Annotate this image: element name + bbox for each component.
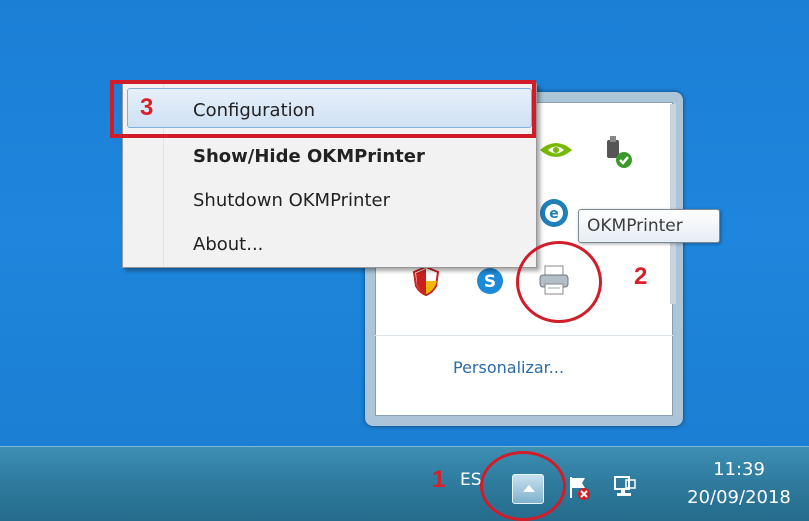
- customize-link[interactable]: Personalizar...: [453, 358, 564, 377]
- annotation-number-1: 1: [432, 466, 446, 493]
- okmprinter-tooltip: OKMPrinter: [578, 209, 720, 243]
- annotation-rectangle-step3: [110, 80, 536, 138]
- svg-text:e: e: [549, 206, 559, 222]
- svg-text:S: S: [484, 272, 496, 292]
- taskbar: [0, 446, 809, 521]
- security-shield-icon[interactable]: [410, 264, 442, 298]
- panel-divider: [375, 335, 673, 336]
- clock-time[interactable]: 11:39: [694, 459, 784, 480]
- usb-safe-remove-icon[interactable]: [598, 136, 636, 170]
- nvidia-icon[interactable]: [536, 136, 576, 164]
- annotation-circle-printer: [516, 241, 602, 323]
- clock-date[interactable]: 20/09/2018: [676, 487, 802, 508]
- menu-item-shutdown[interactable]: Shutdown OKMPrinter: [193, 190, 390, 211]
- panel-scrollbar[interactable]: [670, 104, 676, 304]
- annotation-number-2: 2: [634, 263, 648, 290]
- language-indicator[interactable]: ES: [460, 470, 482, 490]
- flag-alert-icon[interactable]: [567, 474, 593, 502]
- annotation-number-3: 3: [140, 94, 154, 121]
- e-icon[interactable]: e: [538, 196, 570, 230]
- annotation-circle-tray-button: [480, 451, 566, 521]
- network-icon[interactable]: [612, 474, 638, 502]
- menu-item-about[interactable]: About...: [193, 234, 263, 255]
- menu-item-show-hide[interactable]: Show/Hide OKMPrinter: [193, 146, 425, 167]
- skype-icon[interactable]: S: [474, 264, 506, 298]
